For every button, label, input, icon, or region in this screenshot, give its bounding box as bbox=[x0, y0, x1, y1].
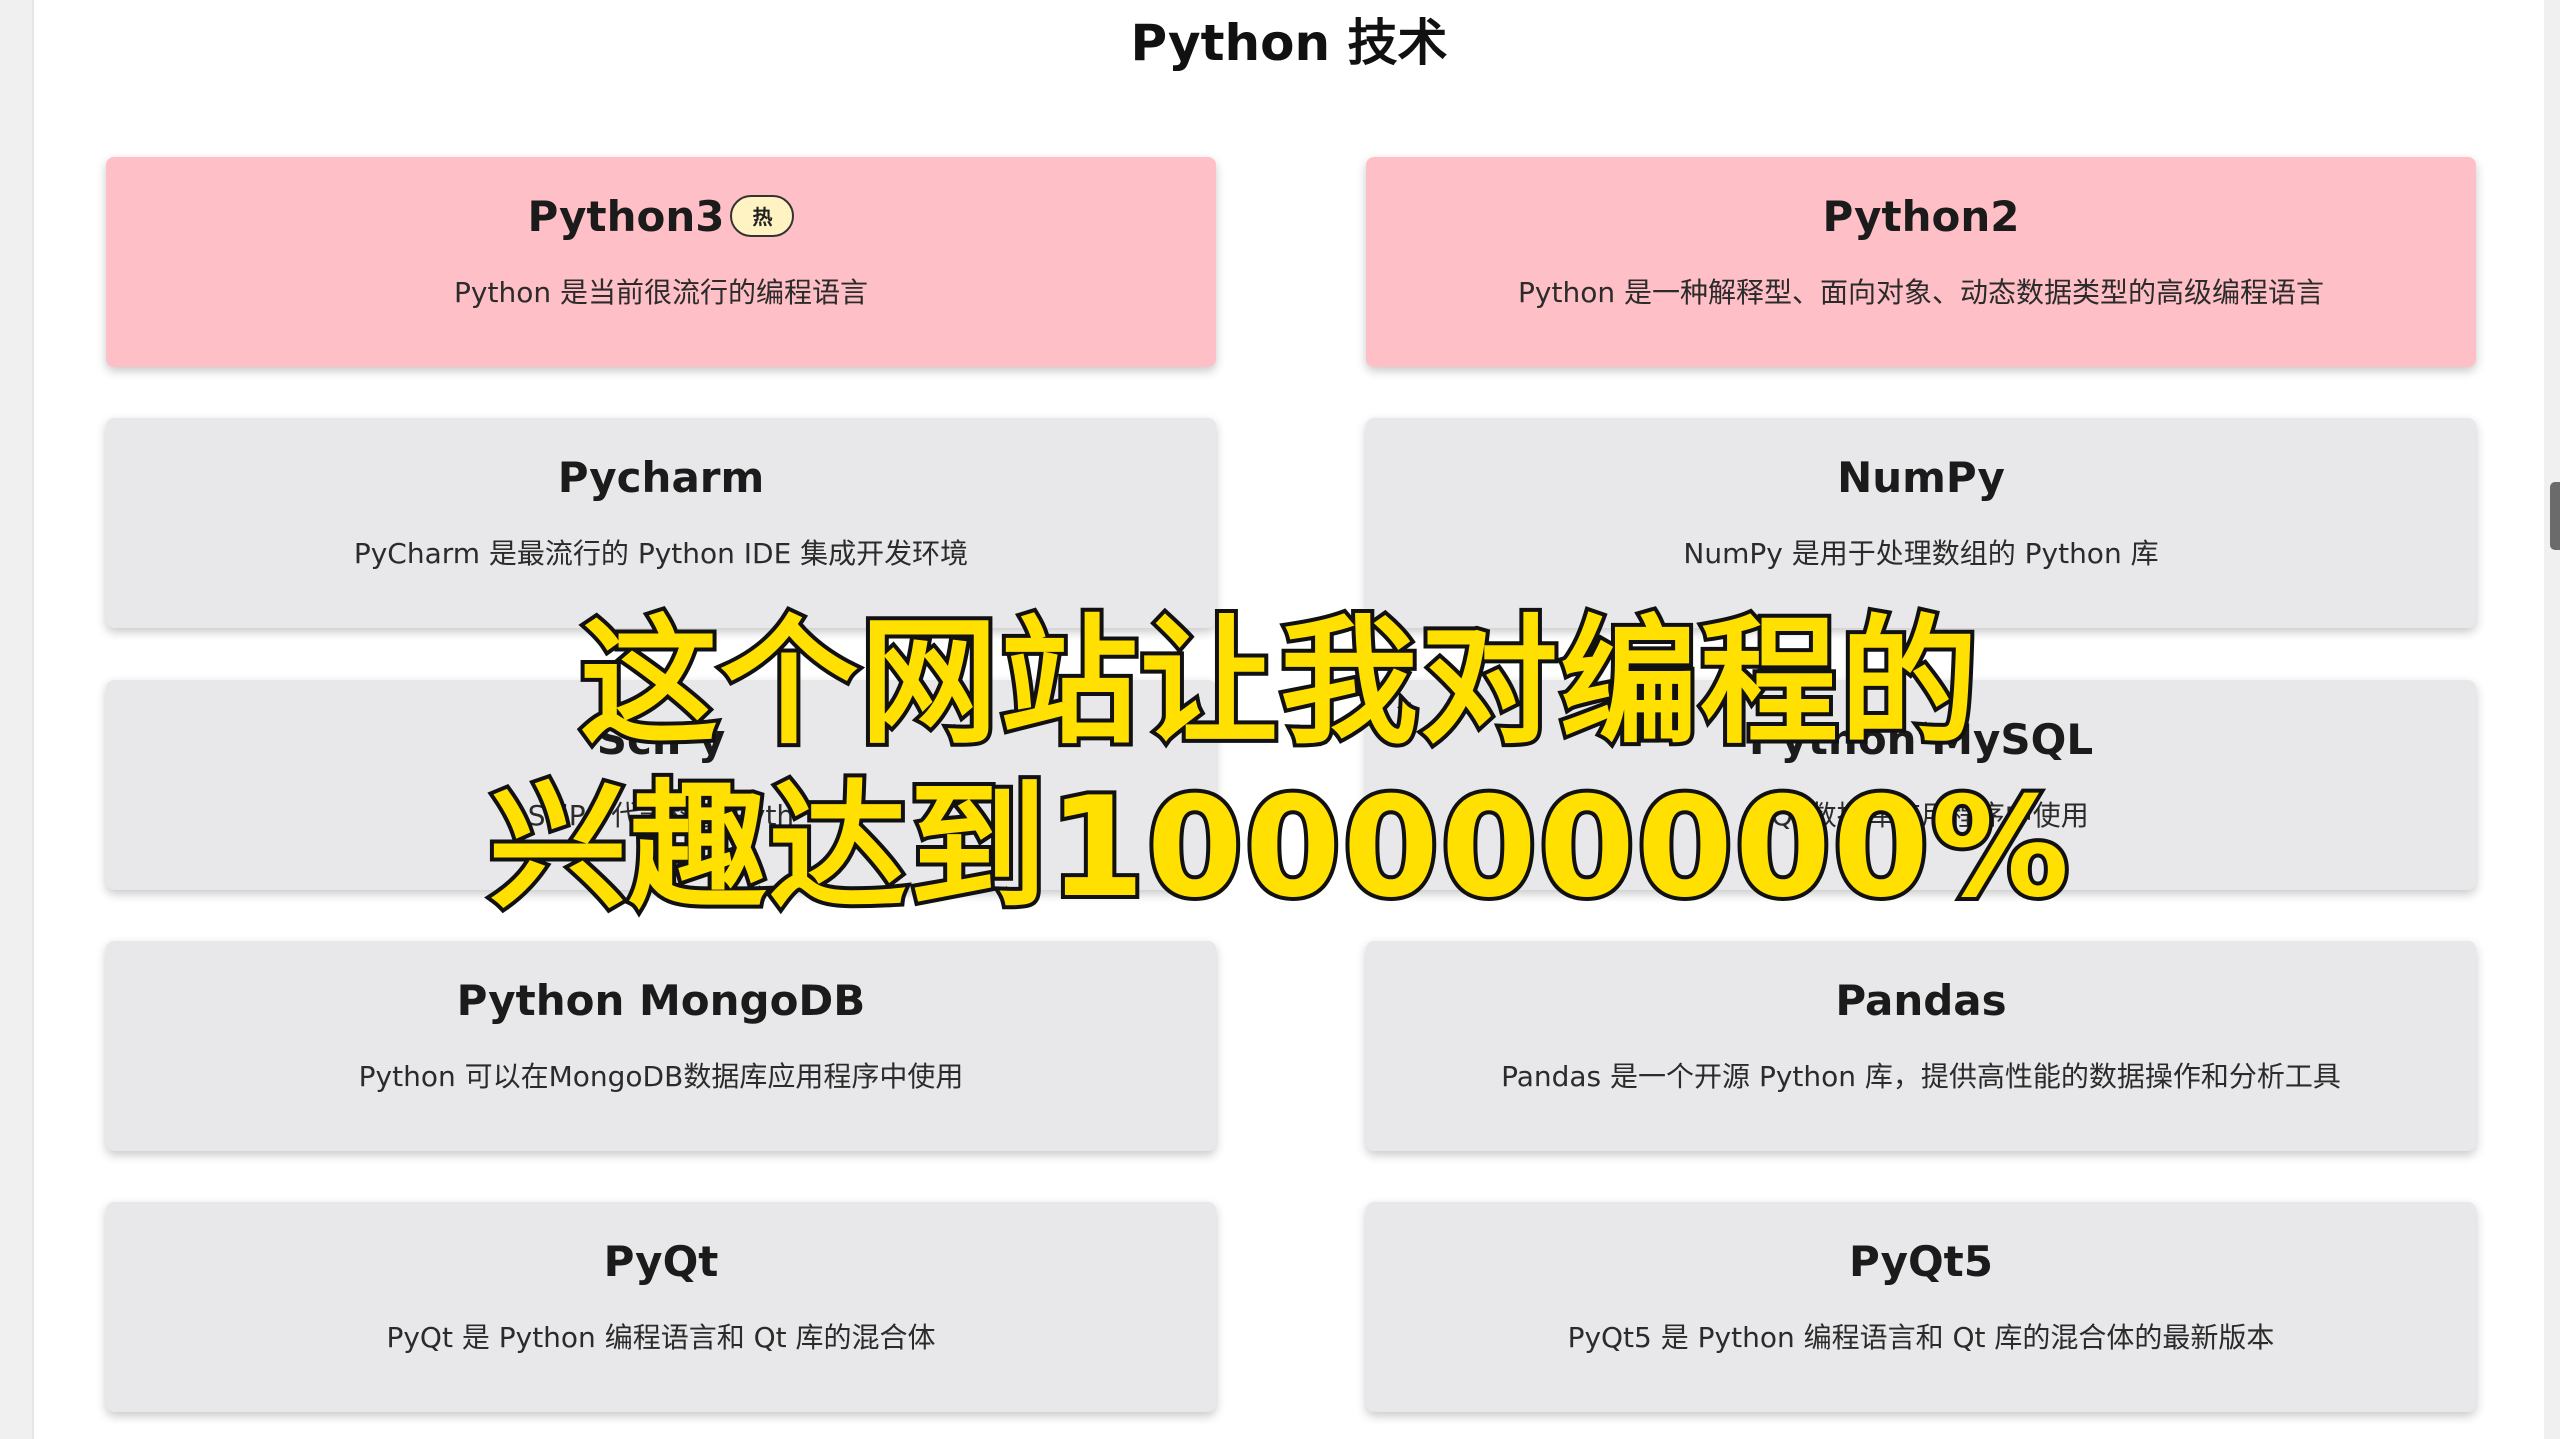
card-pyqt5[interactable]: PyQt5 PyQt5 是 Python 编程语言和 Qt 库的混合体的最新版本 bbox=[1366, 1202, 2476, 1412]
card-description: PyCharm 是最流行的 Python IDE 集成开发环境 bbox=[353, 537, 969, 570]
card-description: PyQt 是 Python 编程语言和 Qt 库的混合体 bbox=[386, 1321, 936, 1354]
card-description: Python 是当前很流行的编程语言 bbox=[454, 276, 868, 309]
section-title: Python 技术 bbox=[1130, 14, 1448, 72]
card-title: Python2 bbox=[1822, 192, 2020, 241]
card-description: Python 是一种解释型、面向对象、动态数据类型的高级编程语言 bbox=[1518, 276, 2324, 309]
card-title: Python MongoDB bbox=[456, 976, 866, 1025]
hot-badge: 热 bbox=[730, 194, 795, 237]
card-python3[interactable]: Python3 热 Python 是当前很流行的编程语言 bbox=[106, 157, 1216, 367]
card-pyqt[interactable]: PyQt PyQt 是 Python 编程语言和 Qt 库的混合体 bbox=[106, 1202, 1216, 1412]
card-description: PyQt5 是 Python 编程语言和 Qt 库的混合体的最新版本 bbox=[1567, 1321, 2275, 1354]
card-pycharm[interactable]: Pycharm PyCharm 是最流行的 Python IDE 集成开发环境 bbox=[106, 418, 1216, 628]
card-description: Python 可以在MongoDB数据库应用程序中使用 bbox=[358, 1060, 964, 1093]
card-title: PyQt bbox=[603, 1237, 719, 1286]
card-description: NumPy 是用于处理数组的 Python 库 bbox=[1683, 537, 2159, 570]
card-title: Pycharm bbox=[557, 453, 765, 502]
card-python-mongodb[interactable]: Python MongoDB Python 可以在MongoDB数据库应用程序中… bbox=[106, 941, 1216, 1151]
scrollbar-thumb[interactable] bbox=[2550, 482, 2560, 550]
page-container: Python 技术 Python3 热 Python 是当前很流行的编程语言 Py… bbox=[32, 0, 2544, 1439]
card-title: SciPy bbox=[596, 715, 726, 764]
card-title: Pandas bbox=[1835, 976, 2007, 1025]
card-title: PyQt5 bbox=[1849, 1237, 1993, 1286]
card-python-mysql[interactable]: Pytnon MySQL SQL数据库应用程序中使用 bbox=[1366, 680, 2476, 890]
card-pandas[interactable]: Pandas Pandas 是一个开源 Python 库，提供高性能的数据操作和… bbox=[1366, 941, 2476, 1151]
card-title: Python3 热 bbox=[106, 187, 1216, 247]
card-title: NumPy bbox=[1837, 453, 2005, 502]
card-scipy[interactable]: SciPy SciPy 代表科学 Pyth bbox=[106, 680, 1216, 890]
card-description: Pandas 是一个开源 Python 库，提供高性能的数据操作和分析工具 bbox=[1501, 1060, 2341, 1093]
card-title-text: Python3 bbox=[527, 192, 725, 241]
card-python2[interactable]: Python2 Python 是一种解释型、面向对象、动态数据类型的高级编程语言 bbox=[1366, 157, 2476, 367]
card-description: SQL数据库应用程序中使用 bbox=[1753, 799, 2089, 832]
card-numpy[interactable]: NumPy NumPy 是用于处理数组的 Python 库 bbox=[1366, 418, 2476, 628]
card-description: SciPy 代表科学 Pyth bbox=[527, 799, 795, 832]
card-title: Pytnon MySQL bbox=[1748, 715, 2094, 764]
